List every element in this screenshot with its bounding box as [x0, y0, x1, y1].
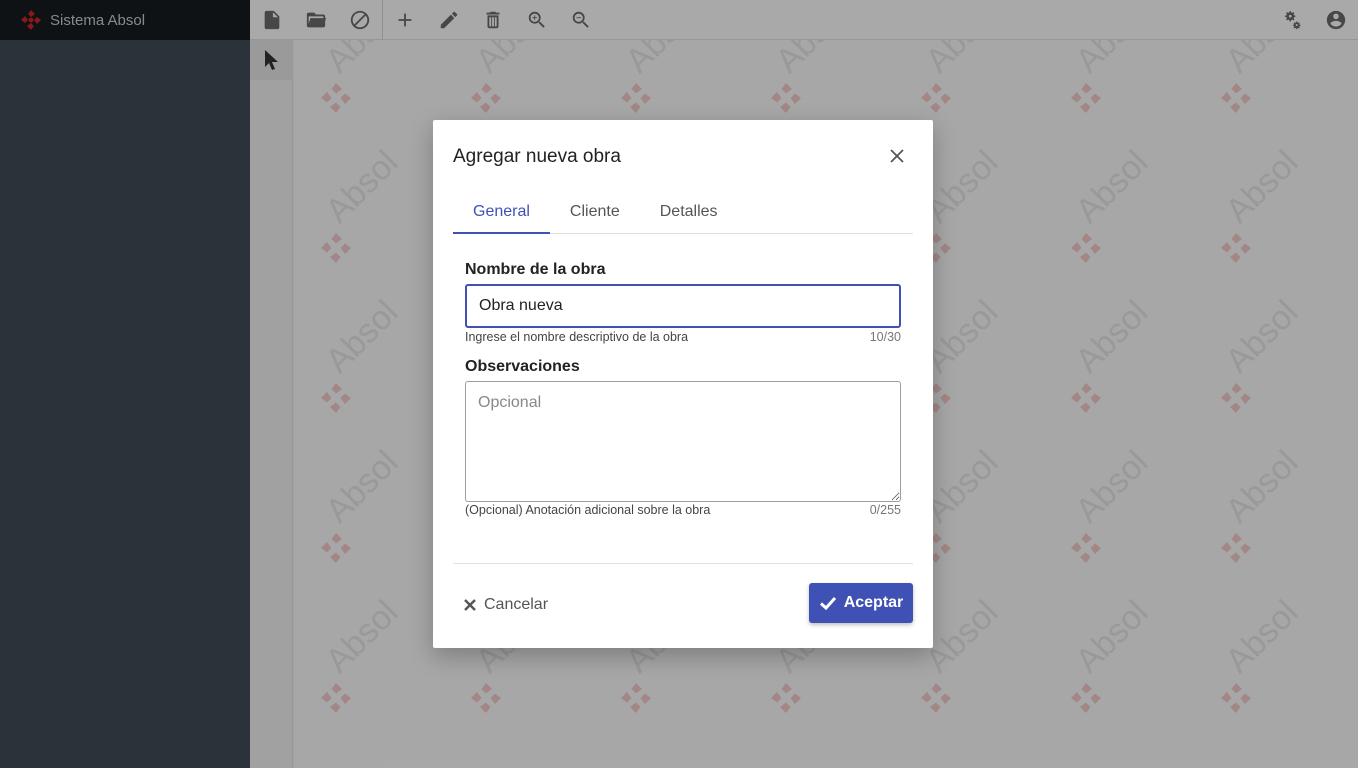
dialog-tabs: General Cliente Detalles — [453, 194, 913, 234]
notes-textarea[interactable] — [465, 381, 901, 502]
accept-label: Aceptar — [843, 594, 904, 611]
cancel-dialog-button[interactable]: Cancelar — [463, 590, 548, 620]
close-dialog-button[interactable] — [887, 146, 907, 166]
name-field-hint: Ingrese el nombre descriptivo de la obra — [465, 330, 689, 344]
cancel-label: Cancelar — [484, 596, 549, 613]
accept-button[interactable]: Aceptar — [809, 583, 913, 623]
close-x-icon — [464, 599, 476, 611]
dialog-title: Agregar nueva obra — [453, 146, 621, 167]
tab-cliente[interactable]: Cliente — [550, 194, 640, 234]
close-icon — [890, 149, 904, 163]
notes-field-label: Observaciones — [465, 358, 580, 375]
tab-general[interactable]: General — [453, 194, 550, 234]
check-icon — [819, 596, 836, 611]
notes-field-hint: (Opcional) Anotación adicional sobre la … — [465, 503, 711, 517]
name-input[interactable] — [465, 284, 901, 328]
add-work-dialog: Agregar nueva obra General Cliente Detal… — [433, 120, 933, 648]
name-char-counter: 10/30 — [869, 330, 901, 344]
name-field-label: Nombre de la obra — [465, 261, 606, 278]
tab-detalles[interactable]: Detalles — [640, 194, 738, 234]
notes-char-counter: 0/255 — [869, 503, 901, 517]
footer-divider — [453, 563, 913, 564]
